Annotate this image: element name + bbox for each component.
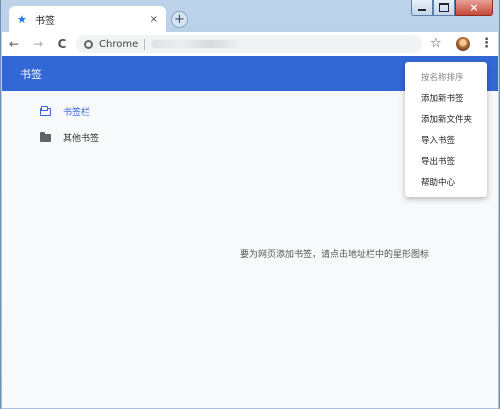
reload-button[interactable]: C — [50, 37, 74, 51]
tab-bookmarks[interactable]: ★ 书签 × — [9, 6, 166, 33]
omnibox-divider — [144, 38, 146, 50]
menu-item-import-bookmarks[interactable]: 导入书签 — [421, 134, 455, 146]
back-button[interactable]: ← — [2, 37, 26, 51]
tab-title: 书签 — [35, 16, 55, 27]
folder-icon — [40, 131, 51, 142]
folder-other-bookmarks[interactable]: 其他书签 — [40, 131, 99, 144]
new-tab-button[interactable]: + — [171, 11, 188, 28]
minimize-button[interactable] — [411, 0, 433, 16]
menu-item-help-center[interactable]: 帮助中心 — [421, 176, 455, 188]
profile-avatar[interactable] — [456, 37, 470, 51]
minimize-icon — [418, 8, 426, 11]
maximize-button[interactable] — [433, 0, 455, 16]
browser-menu-button[interactable]: ⋮ — [480, 36, 493, 51]
empty-state-message: 要为网页添加书签，请点击地址栏中的星形图标 — [240, 250, 430, 260]
chrome-icon — [84, 39, 93, 49]
bookmark-star-button[interactable]: ☆ — [430, 36, 442, 51]
obscured-url — [151, 40, 242, 48]
menu-item-sort-by-name[interactable]: 按名称排序 — [421, 71, 464, 83]
toolbar: ← → C Chrome ☆ ⋮ — [2, 32, 498, 56]
menu-item-add-folder[interactable]: 添加新文件夹 — [421, 113, 472, 125]
menu-item-export-bookmarks[interactable]: 导出书签 — [421, 155, 455, 167]
star-icon: ★ — [17, 13, 27, 26]
forward-button[interactable]: → — [26, 37, 50, 51]
menu-item-add-bookmark[interactable]: 添加新书签 — [421, 92, 464, 104]
omnibox-label: Chrome — [99, 38, 139, 50]
organize-menu: 按名称排序 添加新书签 添加新文件夹 导入书签 导出书签 帮助中心 — [405, 62, 487, 197]
folder-label: 其他书签 — [63, 134, 100, 144]
window-controls: × — [411, 0, 493, 16]
tab-close-button[interactable]: × — [150, 14, 158, 25]
folder-icon — [40, 105, 51, 116]
browser-window: × ★ 书签 × + ← → C Chrome ☆ ⋮ 书签 书签栏 其他书签 — [0, 0, 500, 409]
maximize-icon — [439, 3, 449, 12]
page-title: 书签 — [20, 68, 42, 81]
close-window-button[interactable]: × — [455, 0, 493, 16]
folder-label: 书签栏 — [63, 108, 91, 118]
close-icon: × — [469, 1, 479, 14]
address-bar[interactable]: Chrome — [76, 35, 422, 53]
folder-bookmarks-bar[interactable]: 书签栏 — [40, 105, 90, 118]
